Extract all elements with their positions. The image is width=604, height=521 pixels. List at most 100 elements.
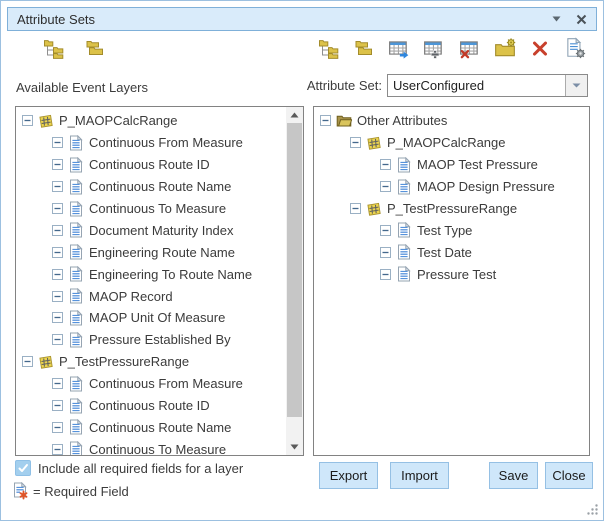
required-field-label: = Required Field xyxy=(33,484,129,499)
field-icon xyxy=(68,376,84,392)
field-icon xyxy=(68,288,84,304)
tree-item-engineering-to-route-name[interactable]: Engineering To Route Name xyxy=(16,263,286,285)
collapse-event-layers-icon[interactable] xyxy=(84,37,106,59)
close-button[interactable]: Close xyxy=(545,462,593,489)
tree-item-p-testpressurerange[interactable]: P_TestPressureRange xyxy=(16,351,286,373)
tree-item-continuous-from-measure[interactable]: Continuous From Measure xyxy=(16,373,286,395)
new-attribute-set-icon[interactable] xyxy=(494,37,516,59)
tree-item-continuous-route-name[interactable]: Continuous Route Name xyxy=(16,416,286,438)
tree-item-maop-design-pressure[interactable]: MAOP Design Pressure xyxy=(314,176,588,198)
collapse-box-icon[interactable] xyxy=(52,181,63,192)
titlebar[interactable]: Attribute Sets xyxy=(7,7,597,31)
toolbar-left xyxy=(43,37,106,59)
collapse-box-icon[interactable] xyxy=(52,444,63,455)
dropdown-arrow-button[interactable] xyxy=(565,75,587,96)
tree-item-continuous-to-measure[interactable]: Continuous To Measure xyxy=(16,438,286,455)
tree-item-continuous-from-measure[interactable]: Continuous From Measure xyxy=(16,132,286,154)
field-icon xyxy=(68,244,84,260)
collapse-box-icon[interactable] xyxy=(52,269,63,280)
collapse-box-icon[interactable] xyxy=(52,247,63,258)
resize-grip-icon[interactable] xyxy=(586,503,599,516)
tree-item-label: Pressure Test xyxy=(417,267,496,282)
tree-item-p-maopcalcrange[interactable]: P_MAOPCalcRange xyxy=(16,110,286,132)
available-layers-tree: P_MAOPCalcRangeContinuous From MeasureCo… xyxy=(16,110,286,455)
collapse-box-icon[interactable] xyxy=(380,159,391,170)
toolbar-right xyxy=(318,37,586,59)
collapse-box-icon[interactable] xyxy=(320,115,331,126)
tree-item-continuous-route-id[interactable]: Continuous Route ID xyxy=(16,395,286,417)
attribute-set-properties-icon[interactable] xyxy=(564,37,586,59)
collapse-box-icon[interactable] xyxy=(22,356,33,367)
attribute-set-value[interactable]: UserConfigured xyxy=(388,75,565,96)
export-attribute-set-icon[interactable] xyxy=(388,37,410,59)
scroll-up-icon[interactable] xyxy=(286,107,303,123)
tree-item-p-maopcalcrange[interactable]: P_MAOPCalcRange xyxy=(314,132,588,154)
tree-item-maop-test-pressure[interactable]: MAOP Test Pressure xyxy=(314,154,588,176)
include-required-row: Include all required fields for a layer xyxy=(15,460,243,476)
attribute-sets-window: Attribute Sets Available Event Layers At… xyxy=(0,0,604,521)
collapse-box-icon[interactable] xyxy=(52,203,63,214)
attribute-set-dropdown[interactable]: UserConfigured xyxy=(387,74,588,97)
close-icon[interactable] xyxy=(576,14,587,25)
field-icon xyxy=(396,244,412,260)
collapse-box-icon[interactable] xyxy=(52,422,63,433)
collapse-box-icon[interactable] xyxy=(52,137,63,148)
layer-icon xyxy=(38,354,54,370)
expand-attribute-set-icon[interactable] xyxy=(318,37,340,59)
collapse-box-icon[interactable] xyxy=(380,269,391,280)
export-button[interactable]: Export xyxy=(319,462,378,489)
tree-item-continuous-route-id[interactable]: Continuous Route ID xyxy=(16,154,286,176)
collapse-box-icon[interactable] xyxy=(52,378,63,389)
window-menu-icon[interactable] xyxy=(552,16,561,22)
tree-item-label: Test Date xyxy=(417,245,472,260)
collapse-box-icon[interactable] xyxy=(52,312,63,323)
attribute-set-label: Attribute Set: xyxy=(307,78,382,93)
collapse-attribute-set-icon[interactable] xyxy=(353,37,375,59)
tree-item-pressure-test[interactable]: Pressure Test xyxy=(314,263,588,285)
tree-item-continuous-to-measure[interactable]: Continuous To Measure xyxy=(16,198,286,220)
collapse-box-icon[interactable] xyxy=(380,247,391,258)
collapse-box-icon[interactable] xyxy=(52,159,63,170)
tree-item-continuous-route-name[interactable]: Continuous Route Name xyxy=(16,176,286,198)
expand-event-layers-icon[interactable] xyxy=(43,37,65,59)
tree-item-maop-unit-of-measure[interactable]: MAOP Unit Of Measure xyxy=(16,307,286,329)
tree-item-other-attributes[interactable]: Other Attributes xyxy=(314,110,588,132)
scroll-down-icon[interactable] xyxy=(286,439,303,455)
attribute-set-tree: Other AttributesP_MAOPCalcRangeMAOP Test… xyxy=(314,110,588,455)
collapse-box-icon[interactable] xyxy=(52,334,63,345)
field-icon xyxy=(68,157,84,173)
tree-item-p-testpressurerange[interactable]: P_TestPressureRange xyxy=(314,198,588,220)
tree-item-maop-record[interactable]: MAOP Record xyxy=(16,285,286,307)
layer-icon xyxy=(366,201,382,217)
tree-item-document-maturity-index[interactable]: Document Maturity Index xyxy=(16,219,286,241)
collapse-box-icon[interactable] xyxy=(380,181,391,192)
add-attribute-set-icon[interactable] xyxy=(423,37,445,59)
collapse-box-icon[interactable] xyxy=(52,400,63,411)
collapse-box-icon[interactable] xyxy=(52,291,63,302)
collapse-box-icon[interactable] xyxy=(52,225,63,236)
tree-item-pressure-established-by[interactable]: Pressure Established By xyxy=(16,329,286,351)
tree-item-label: MAOP Unit Of Measure xyxy=(89,310,225,325)
tree-item-label: Continuous Route Name xyxy=(89,420,231,435)
collapse-box-icon[interactable] xyxy=(350,137,361,148)
collapse-box-icon[interactable] xyxy=(380,225,391,236)
import-button[interactable]: Import xyxy=(390,462,449,489)
tree-item-test-type[interactable]: Test Type xyxy=(314,219,588,241)
save-button[interactable]: Save xyxy=(489,462,538,489)
collapse-box-icon[interactable] xyxy=(22,115,33,126)
available-layers-panel: P_MAOPCalcRangeContinuous From MeasureCo… xyxy=(15,106,304,456)
vertical-scrollbar[interactable] xyxy=(286,107,303,455)
scrollbar-thumb[interactable] xyxy=(287,123,302,417)
include-required-checkbox[interactable] xyxy=(15,460,31,476)
required-field-legend: = Required Field xyxy=(12,482,129,500)
collapse-box-icon[interactable] xyxy=(350,203,361,214)
tree-item-label: Pressure Established By xyxy=(89,332,231,347)
tree-item-test-date[interactable]: Test Date xyxy=(314,241,588,263)
tree-item-label: Engineering To Route Name xyxy=(89,267,252,282)
delete-icon[interactable] xyxy=(529,37,551,59)
remove-attribute-set-icon[interactable] xyxy=(459,37,481,59)
field-icon xyxy=(68,135,84,151)
tree-item-engineering-route-name[interactable]: Engineering Route Name xyxy=(16,241,286,263)
field-icon xyxy=(68,222,84,238)
tree-item-label: Continuous To Measure xyxy=(89,442,226,455)
